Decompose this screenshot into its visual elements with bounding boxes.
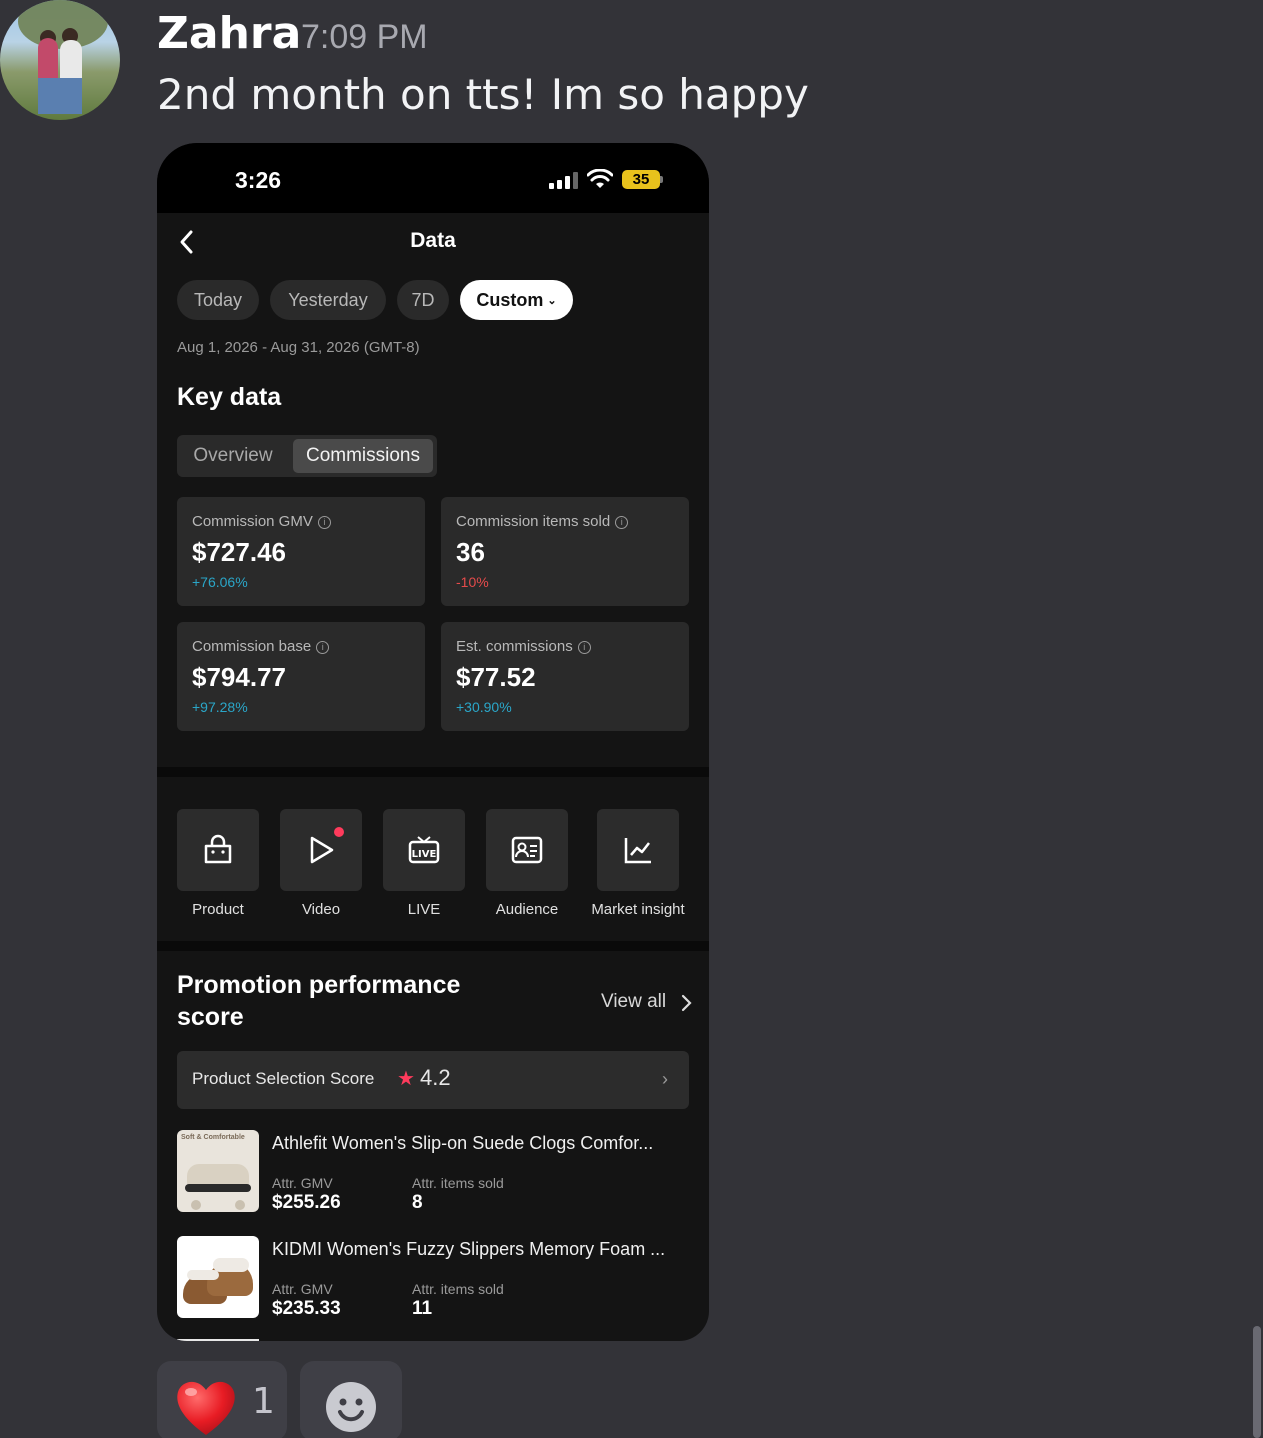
metric-value: $727.46 xyxy=(192,537,286,567)
metric-label: Commission items sold i xyxy=(456,513,629,530)
tool-product-label: Product xyxy=(192,901,244,918)
product-image-caption: Soft & Comfortable xyxy=(181,1134,245,1141)
key-data-title: Key data xyxy=(177,383,282,411)
metric-delta: +76.06% xyxy=(192,574,248,590)
chevron-down-icon: ⌄ xyxy=(547,295,557,308)
live-tv-icon: LIVE xyxy=(408,836,440,864)
message-timestamp: 7:09 PM xyxy=(301,18,428,56)
metric-delta: +30.90% xyxy=(456,699,512,715)
image-attachment[interactable]: 3:26 35 Data Today Yesterday 7D Custom ⌄ … xyxy=(157,143,709,1341)
product-title[interactable]: KIDMI Women's Fuzzy Slippers Memory Foam… xyxy=(272,1239,665,1260)
chevron-right-icon[interactable] xyxy=(679,993,693,1013)
metric-value: 36 xyxy=(456,537,485,567)
product-image-slippers[interactable] xyxy=(177,1236,259,1318)
metric-label: Commission GMV i xyxy=(192,513,331,530)
info-icon[interactable]: i xyxy=(316,641,330,654)
shopping-bag-icon xyxy=(204,834,232,864)
attr-gmv-value: $235.33 xyxy=(272,1298,341,1319)
page-title: Data xyxy=(410,229,456,252)
metric-delta: +97.28% xyxy=(192,699,248,715)
svg-text:LIVE: LIVE xyxy=(412,849,437,860)
reaction-count: 1 xyxy=(252,1381,275,1422)
attr-items-sold-value: 11 xyxy=(412,1298,433,1319)
tool-product[interactable] xyxy=(177,809,259,891)
date-range: Aug 1, 2026 - Aug 31, 2026 (GMT-8) xyxy=(177,339,420,356)
attr-items-sold-value: 8 xyxy=(412,1192,423,1213)
battery-icon: 35 xyxy=(622,170,660,189)
section-divider xyxy=(157,941,709,951)
metric-value: $77.52 xyxy=(456,662,536,692)
tool-video[interactable] xyxy=(280,809,362,891)
star-icon: ★ xyxy=(397,1068,415,1090)
metric-delta: -10% xyxy=(456,574,489,590)
tab-overview[interactable]: Overview xyxy=(181,439,285,473)
tab-commissions[interactable]: Commissions xyxy=(293,439,433,473)
attr-gmv-value: $255.26 xyxy=(272,1192,341,1213)
metric-card-est-commissions[interactable]: Est. commissions i $77.52 +30.90% xyxy=(441,622,689,731)
section-divider xyxy=(157,767,709,777)
info-icon[interactable]: i xyxy=(577,641,591,654)
product-title[interactable]: Athlefit Women's Slip-on Suede Clogs Com… xyxy=(272,1133,653,1154)
tool-market-insight[interactable] xyxy=(597,809,679,891)
metric-label: Est. commissions i xyxy=(456,638,591,655)
add-reaction-button[interactable] xyxy=(300,1361,402,1438)
heart-emoji-icon xyxy=(177,1381,235,1435)
user-avatar[interactable] xyxy=(0,0,120,120)
chip-yesterday[interactable]: Yesterday xyxy=(270,280,386,320)
status-time: 3:26 xyxy=(235,167,282,193)
attr-gmv-label: Attr. GMV xyxy=(272,1175,333,1191)
message-text: 2nd month on tts! Im so happy xyxy=(157,70,809,119)
key-data-tabs: Overview Commissions xyxy=(177,435,437,477)
metric-card-commission-gmv[interactable]: Commission GMV i $727.46 +76.06% xyxy=(177,497,425,606)
smiley-icon xyxy=(326,1382,376,1432)
attr-items-sold-label: Attr. items sold xyxy=(412,1175,504,1191)
product-selection-score-row[interactable]: Product Selection Score ★ 4.2 › xyxy=(177,1051,689,1109)
info-icon[interactable]: i xyxy=(317,516,331,529)
tool-live-label: LIVE xyxy=(407,901,441,918)
metric-value: $794.77 xyxy=(192,662,286,692)
chip-7d[interactable]: 7D xyxy=(397,280,449,320)
tool-market-insight-label: Market insight xyxy=(591,901,685,918)
wifi-icon xyxy=(587,169,613,188)
metric-card-commission-items-sold[interactable]: Commission items sold i 36 -10% xyxy=(441,497,689,606)
attr-gmv-label: Attr. GMV xyxy=(272,1281,333,1297)
tool-audience-label: Audience xyxy=(495,901,559,918)
tool-video-label: Video xyxy=(301,901,341,918)
chevron-right-icon: › xyxy=(662,1069,668,1089)
product-image-clogs[interactable]: Soft & Comfortable xyxy=(177,1130,259,1212)
chip-custom-label: Custom xyxy=(476,290,544,310)
info-icon[interactable]: i xyxy=(615,516,629,529)
metric-label: Commission base i xyxy=(192,638,330,655)
chip-custom[interactable]: Custom ⌄ xyxy=(460,280,573,320)
phone-status-bar: 3:26 35 xyxy=(157,143,709,213)
reaction-heart[interactable]: 1 xyxy=(157,1361,287,1438)
promotion-title: Promotion performance score xyxy=(177,971,461,1031)
tool-audience[interactable] xyxy=(486,809,568,891)
pss-score: 4.2 xyxy=(420,1065,451,1090)
pss-label: Product Selection Score xyxy=(192,1069,375,1088)
line-chart-icon xyxy=(624,838,651,864)
username[interactable]: Zahra xyxy=(157,8,301,59)
attr-items-sold-label: Attr. items sold xyxy=(412,1281,504,1297)
signal-icon xyxy=(549,171,579,189)
metric-card-commission-base[interactable]: Commission base i $794.77 +97.28% xyxy=(177,622,425,731)
chip-today[interactable]: Today xyxy=(177,280,259,320)
scrollbar[interactable] xyxy=(1253,1326,1261,1438)
tool-live[interactable]: LIVE xyxy=(383,809,465,891)
play-icon xyxy=(310,836,334,864)
view-all-link[interactable]: View all xyxy=(601,991,666,1013)
id-card-icon xyxy=(511,836,543,864)
